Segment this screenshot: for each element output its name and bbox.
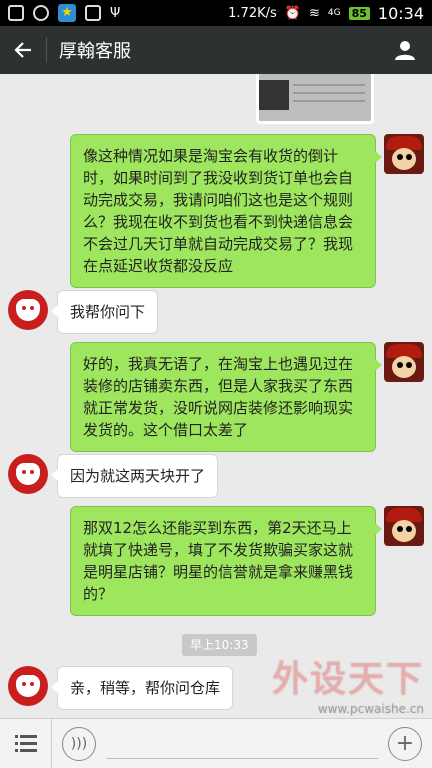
status-right: 1.72K/s ⏰ ≋ 4G 85 10:34 (228, 4, 424, 23)
message-timestamp: 早上10:33 (182, 634, 257, 656)
cow-logo-icon (16, 675, 40, 697)
battery-indicator: 85 (348, 6, 370, 20)
contact-avatar[interactable] (8, 666, 48, 706)
image-thumbnail-lines (293, 84, 365, 86)
watermark-title: 外设天下 (271, 659, 424, 700)
my-message-bubble[interactable]: 好的，我真无语了，在淘宝上也遇见过在装修的店铺卖东西，但是人家我买了东西就正常发… (70, 342, 382, 452)
cow-logo-icon (16, 463, 40, 485)
voice-icon: ))) (70, 735, 88, 752)
contact-avatar[interactable] (8, 454, 48, 494)
wifi-icon: ≋ (308, 5, 320, 21)
clock: 10:34 (377, 3, 424, 23)
avatar-face (392, 520, 416, 542)
my-avatar[interactable] (384, 506, 424, 546)
header-divider (46, 37, 47, 63)
usb-icon: Ψ (110, 5, 121, 21)
input-bar: ))) + (0, 718, 432, 768)
menu-list-icon (14, 734, 37, 752)
profile-button[interactable] (378, 26, 432, 74)
chat-area[interactable]: 像这种情况如果是淘宝会有收货的倒计时，如果时间到了我没收到货订单也会自动完成交易… (0, 74, 432, 718)
avatar-eye (397, 362, 403, 368)
my-avatar[interactable] (384, 134, 424, 174)
contact-message-bubble[interactable]: 因为就这两天块开了 (50, 454, 219, 498)
contact-message-bubble[interactable]: 我帮你问下 (50, 290, 159, 334)
avatar-eye (397, 154, 403, 160)
avatar-face (392, 148, 416, 170)
message-input[interactable] (106, 728, 378, 759)
contact-avatar[interactable] (8, 290, 48, 330)
status-left-icons: ★ Ψ (8, 4, 120, 22)
person-icon (395, 41, 415, 60)
image-message[interactable] (256, 74, 374, 124)
back-button[interactable] (0, 26, 46, 74)
avatar-eye (397, 526, 403, 532)
plus-icon: + (395, 730, 415, 756)
my-message-bubble[interactable]: 像这种情况如果是淘宝会有收货的倒计时，如果时间到了我没收到货订单也会自动完成交易… (70, 134, 382, 288)
contact-message-bubble[interactable]: 亲，稍等，帮你问仓库 (50, 666, 234, 710)
chat-title: 厚翰客服 (59, 41, 131, 62)
alarm-icon: ⏰ (284, 5, 301, 21)
avatar-face (392, 356, 416, 378)
chat-header: 厚翰客服 (0, 26, 432, 74)
arrow-left-icon (14, 42, 31, 58)
image-thumbnail-dark (259, 80, 289, 110)
watermark: 外设天下 www.pcwaishe.cn (272, 650, 424, 716)
network-speed: 1.72K/s (228, 5, 277, 21)
voice-button[interactable]: ))) (62, 726, 96, 761)
qq-icon (33, 5, 49, 21)
signal-icon (85, 5, 101, 21)
avatar-eye (406, 154, 412, 160)
avatar-eye (406, 526, 412, 532)
my-avatar[interactable] (384, 342, 424, 382)
menu-button[interactable] (0, 718, 52, 768)
more-button[interactable]: + (388, 726, 422, 761)
cow-logo-icon (16, 299, 40, 321)
app-icon: ★ (58, 4, 76, 22)
notification-icon (8, 5, 24, 21)
status-bar: ★ Ψ 1.72K/s ⏰ ≋ 4G 85 10:34 (0, 0, 432, 26)
network-type: 4G (327, 8, 341, 18)
avatar-eye (406, 362, 412, 368)
watermark-url: www.pcwaishe.cn (317, 702, 424, 716)
my-message-bubble[interactable]: 那双12怎么还能买到东西，第2天还马上就填了快递号，填了不发货欺骗买家这就是明星… (70, 506, 382, 616)
